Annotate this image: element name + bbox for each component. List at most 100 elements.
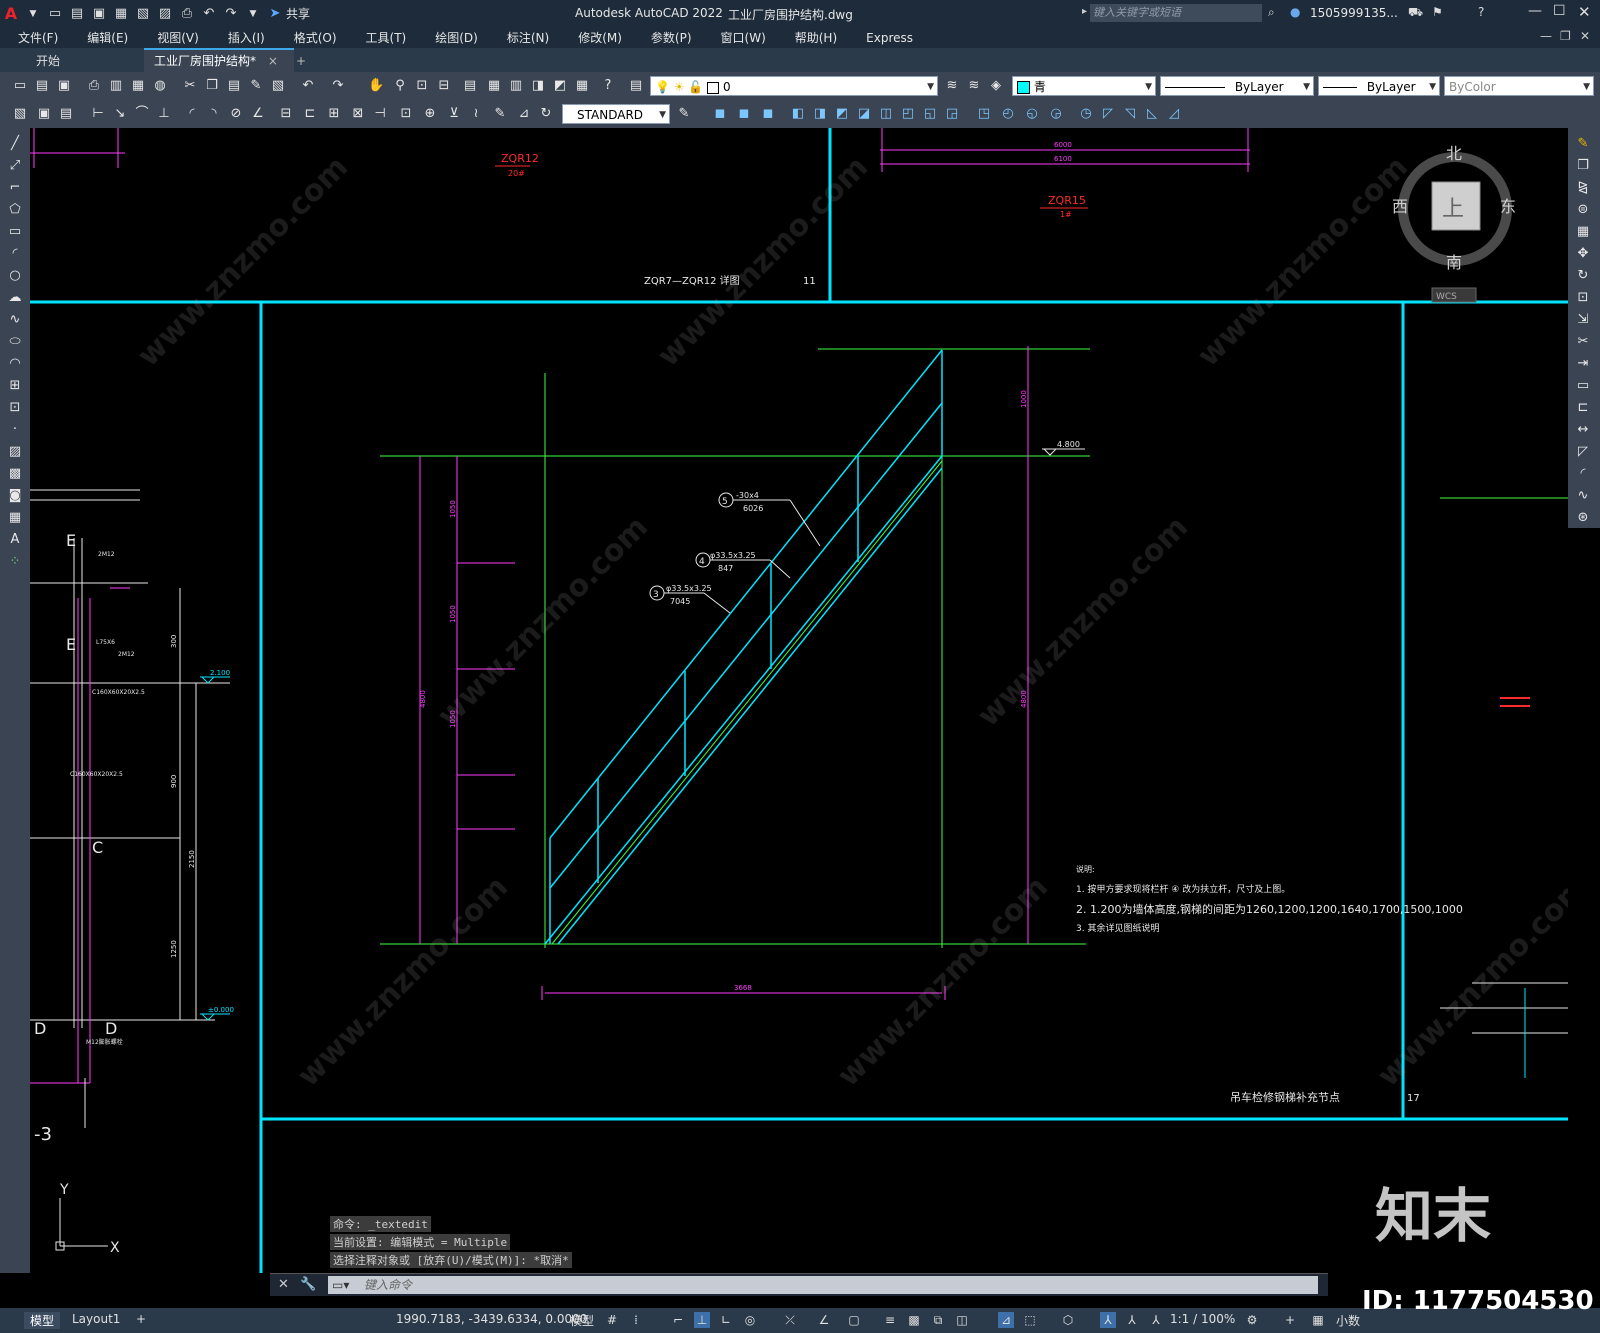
angular-dim-icon[interactable]: ∠ [250,106,266,122]
rectangle-icon[interactable]: ▭ [7,224,23,240]
dim-text-edit-icon[interactable]: ⊿ [516,106,532,122]
drawing-canvas[interactable]: ZQR12 20# ZQR7—ZQR12 详图 11 6000 6100 ZQR… [30,128,1568,1273]
realistic-icon[interactable]: ◵ [1024,106,1040,122]
break-point-icon[interactable]: ▭ [1575,378,1591,394]
open-web-icon[interactable]: ▧ [135,6,151,22]
mtext-icon[interactable]: A [7,532,23,548]
lineweight-dropdown[interactable]: ByLayer ▼ [1318,76,1440,96]
user-icon[interactable]: ● [1290,5,1300,19]
dimstyle-manager-icon[interactable]: ✎ [676,106,692,122]
gradient-icon[interactable]: ▩ [7,466,23,482]
polyline-icon[interactable]: ⌐ [7,180,23,196]
undo-icon[interactable]: ↶ [201,6,217,22]
tool-palettes-icon[interactable]: ▥ [508,78,524,94]
menu-tools[interactable]: 工具(T) [366,29,407,46]
tab-drawing[interactable]: 工业厂房围护结构* × [144,48,294,72]
xline-icon[interactable]: ⤢ [7,158,23,174]
paste-icon[interactable]: ▤ [226,78,242,94]
wireframe-icon[interactable]: ◶ [1048,106,1064,122]
cut-icon[interactable]: ✂ [182,78,198,94]
offset-icon[interactable]: ⊜ [1575,202,1591,218]
command-input[interactable]: ▭▾ 键入命令 [328,1276,1318,1294]
recent-commands-icon[interactable]: ▭▾ [332,1276,349,1294]
center-mark-icon[interactable]: ⊕ [422,106,438,122]
dim-update-icon[interactable]: ↻ [538,106,554,122]
chamfer-icon[interactable]: ◸ [1575,444,1591,460]
ucs-face-icon[interactable]: ◺ [1144,106,1160,122]
aligned-dim-icon[interactable]: ↘ [112,106,128,122]
bring-front-icon[interactable]: ▣ [36,106,52,122]
workspace-gear-icon[interactable]: ⚙ [1244,1312,1260,1328]
design-center-icon[interactable]: ▦ [486,78,502,94]
subtract-icon[interactable]: ◼ [760,106,776,122]
box-icon[interactable]: ◼ [712,106,728,122]
spline-icon[interactable]: ∿ [7,312,23,328]
isodraft-icon[interactable]: ⤫ [782,1312,798,1328]
help-icon[interactable]: ? [600,78,616,94]
ellipse-arc-icon[interactable]: ◠ [7,356,23,372]
linetype-dropdown[interactable]: ByLayer ▼ [1160,76,1314,96]
save-as-icon[interactable]: ▦ [113,6,129,22]
open-file-icon[interactable]: ▤ [69,6,85,22]
jogged-dim-icon[interactable]: ◝ [206,106,222,122]
arc-icon[interactable]: ◜ [7,246,23,262]
jogged-linear-icon[interactable]: ≀ [468,106,484,122]
new-file-icon[interactable]: ▭ [47,6,63,22]
menu-file[interactable]: 文件(F) [18,29,58,46]
interfere-icon[interactable]: ◲ [944,106,960,122]
dynamic-ucs-icon[interactable]: ⊿ [998,1312,1014,1328]
radius-dim-icon[interactable]: ◜ [184,106,200,122]
3d-osnap-icon[interactable]: ◫ [954,1312,970,1328]
blend-icon[interactable]: ∿ [1575,488,1591,504]
undo-icon[interactable]: ↶ [300,78,316,94]
dim-break-icon[interactable]: ⊣ [372,106,388,122]
array-icon[interactable]: ▦ [1575,224,1591,240]
search-input[interactable]: 键入关键字或短语 [1090,4,1262,22]
grid-icon[interactable]: # [604,1312,620,1328]
open-icon[interactable]: ▤ [34,78,50,94]
minimize-icon[interactable]: — [1528,3,1542,19]
close-icon[interactable]: ✕ [1578,3,1591,21]
search-expand-icon[interactable]: ▸ [1082,6,1087,17]
add-layout-button[interactable]: + [136,1312,146,1326]
coordinates-readout[interactable]: 1990.7183, -3439.6334, 0.0000 [396,1312,587,1326]
viewcube-top[interactable]: 上 [1442,197,1464,222]
annotation-monitor-icon[interactable]: + [1282,1312,1298,1328]
presspull-icon[interactable]: ◨ [812,106,828,122]
cart-icon[interactable]: ⛟ [1408,5,1423,21]
hatch-icon[interactable]: ▨ [7,444,23,460]
search-icon[interactable]: ⌕ [1268,5,1275,20]
ellipse-icon[interactable]: ⬭ [7,334,23,350]
maximize-icon[interactable]: ☐ [1553,3,1566,19]
scale-icon[interactable]: ⊡ [1575,290,1591,306]
revcloud-icon[interactable]: ☁ [7,290,23,306]
units-icon[interactable]: ▦ [1310,1312,1326,1328]
ucs-icon[interactable]: ◷ [1078,106,1094,122]
circle-icon[interactable]: ○ [7,268,23,284]
plotstyle-dropdown[interactable]: ByColor ▼ [1444,76,1594,96]
menu-help[interactable]: 帮助(H) [795,29,837,46]
zoom-window-icon[interactable]: ⊡ [414,78,430,94]
redo-icon[interactable]: ↷ [330,78,346,94]
zoom-previous-icon[interactable]: ⊟ [436,78,452,94]
lineweight-icon[interactable]: ≡ [882,1312,898,1328]
properties-icon[interactable]: ▤ [462,78,478,94]
autodesk-app-icon[interactable]: ⚑ [1432,5,1443,19]
annotation-scale-value[interactable]: 1:1 / 100% [1170,1312,1235,1326]
tab-start[interactable]: 开始 [26,50,70,72]
layer-previous-icon[interactable]: ≋ [966,78,982,94]
sweep-icon[interactable]: ◩ [834,106,850,122]
plot-icon[interactable]: ⎙ [86,78,102,94]
preview-icon[interactable]: ▥ [108,78,124,94]
ordinate-dim-icon[interactable]: ⊥ [156,106,172,122]
ortho-icon[interactable]: ∟ [718,1312,734,1328]
visual-style-icon[interactable]: ◳ [976,106,992,122]
viewcube-wcs[interactable]: WCS [1436,292,1457,302]
menu-express[interactable]: Express [866,31,913,45]
viewcube[interactable]: 上 北 南 东 西 WCS [1392,144,1516,303]
copy-object-icon[interactable]: ❐ [1575,158,1591,174]
inspect-icon[interactable]: ⊻ [446,106,462,122]
color-dropdown[interactable]: 青 ▼ [1012,76,1156,96]
region-icon[interactable]: ◙ [7,488,23,504]
match-prop-icon[interactable]: ✎ [248,78,264,94]
